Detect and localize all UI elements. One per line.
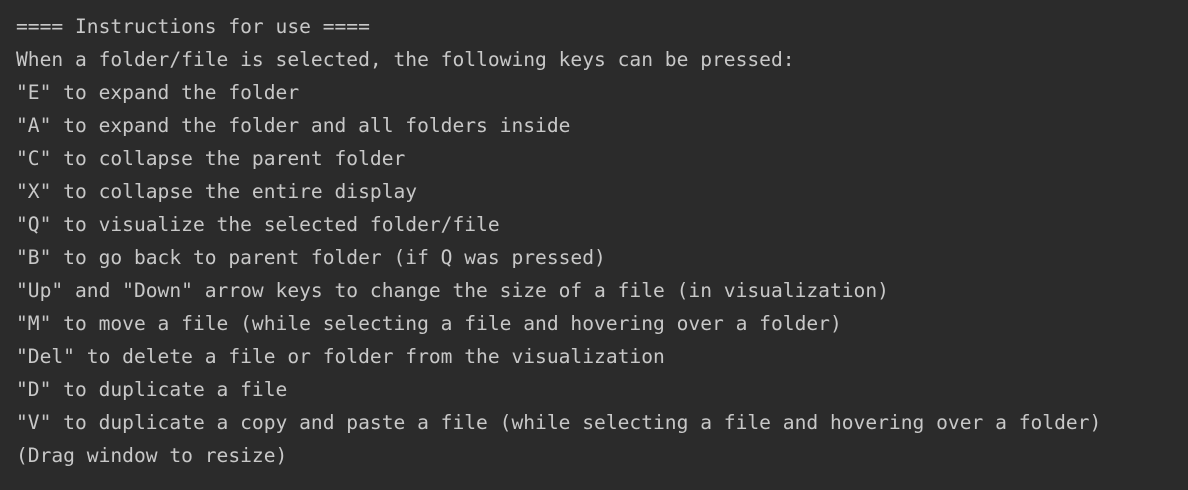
instruction-visualize: "Q" to visualize the selected folder/fil… bbox=[16, 213, 500, 236]
instruction-resize-file: "Up" and "Down" arrow keys to change the… bbox=[16, 279, 889, 302]
instructions-header: ==== Instructions for use ==== bbox=[16, 15, 370, 38]
instruction-expand: "E" to expand the folder bbox=[16, 81, 300, 104]
instructions-intro: When a folder/file is selected, the foll… bbox=[16, 48, 795, 71]
instruction-collapse-all: "X" to collapse the entire display bbox=[16, 180, 418, 203]
instruction-drag-resize: (Drag window to resize) bbox=[16, 444, 288, 467]
instruction-delete: "Del" to delete a file or folder from th… bbox=[16, 345, 665, 368]
instruction-copy-paste: "V" to duplicate a copy and paste a file… bbox=[16, 411, 1102, 434]
instruction-duplicate: "D" to duplicate a file bbox=[16, 378, 288, 401]
console-output: ==== Instructions for use ==== When a fo… bbox=[0, 0, 1188, 490]
instruction-move-file: "M" to move a file (while selecting a fi… bbox=[16, 312, 842, 335]
instruction-go-back: "B" to go back to parent folder (if Q wa… bbox=[16, 246, 606, 269]
instruction-collapse-parent: "C" to collapse the parent folder bbox=[16, 147, 406, 170]
instruction-expand-all: "A" to expand the folder and all folders… bbox=[16, 114, 571, 137]
